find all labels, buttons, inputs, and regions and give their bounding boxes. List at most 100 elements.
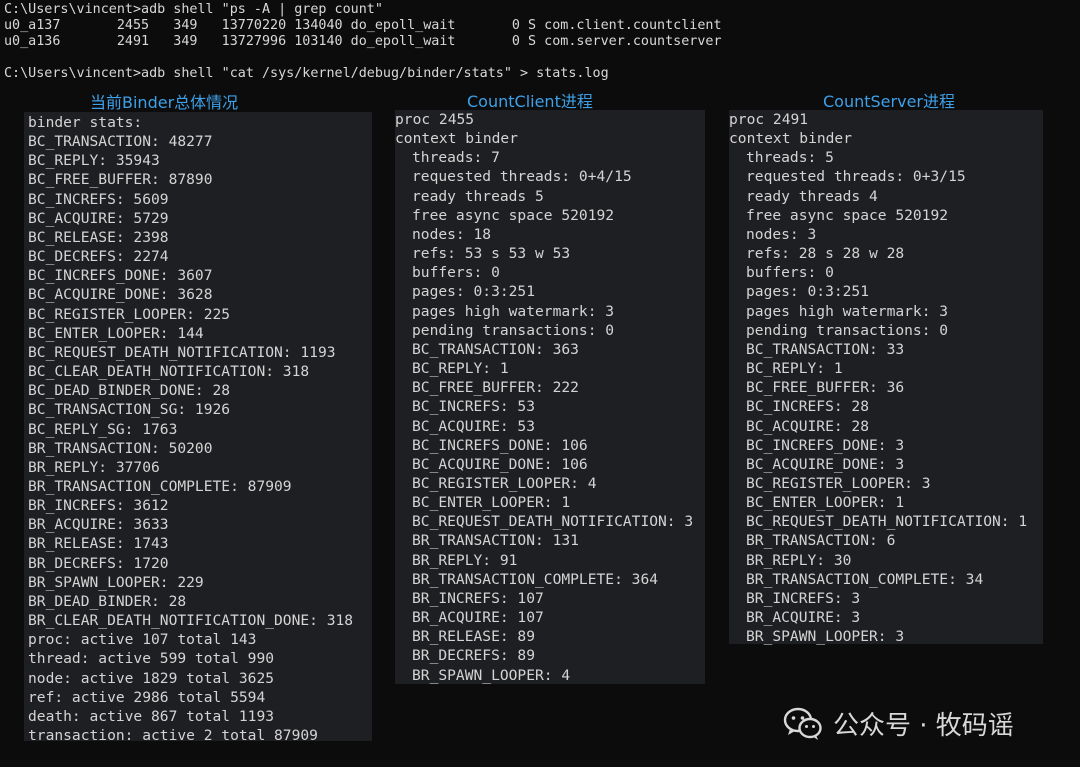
stat-line: BC_REQUEST_DEATH_NOTIFICATION: 1 (746, 513, 1028, 531)
stat-line: proc: active 107 total 143 (28, 631, 257, 649)
stat-line: BC_ACQUIRE: 28 (746, 417, 870, 435)
stat-line: nodes: 3 (746, 225, 817, 243)
stat-line: BC_TRANSACTION_SG: 1926 (28, 401, 231, 419)
stat-line: BR_TRANSACTION: 131 (412, 532, 579, 550)
stat-line: BC_ACQUIRE: 53 (412, 417, 536, 435)
terminal-line: u0_a137 2455 349 13770220 134040 do_epol… (4, 18, 722, 33)
stat-line: BC_ACQUIRE_DONE: 3 (746, 455, 905, 473)
stat-line: BC_TRANSACTION: 363 (412, 340, 579, 358)
stat-line: BC_INCREFS: 5609 (28, 190, 169, 208)
stat-line: pending transactions: 0 (746, 321, 949, 339)
context-line: context binder (395, 130, 519, 148)
heading-overall: 当前Binder总体情况 (90, 93, 239, 112)
stat-line: BR_CLEAR_DEATH_NOTIFICATION_DONE: 318 (28, 612, 354, 630)
stat-line: BR_TRANSACTION_COMPLETE: 364 (412, 570, 659, 588)
stat-line: BR_INCREFS: 3 (746, 589, 861, 607)
stat-line: BR_REPLY: 37706 (28, 458, 160, 476)
stat-line: BC_RELEASE: 2398 (28, 228, 169, 246)
stat-line: BR_RELEASE: 89 (412, 628, 536, 646)
stat-line: BC_FREE_BUFFER: 222 (412, 379, 579, 397)
stat-line: buffers: 0 (412, 264, 500, 282)
proc-line: proc 2455 (395, 111, 475, 128)
stat-line: BC_ENTER_LOOPER: 144 (28, 324, 204, 342)
stat-line: BC_REQUEST_DEATH_NOTIFICATION: 1193 (28, 343, 336, 361)
stat-line: BC_ACQUIRE_DONE: 106 (412, 455, 588, 473)
stat-line: BC_REGISTER_LOOPER: 225 (28, 305, 231, 323)
stat-line: requested threads: 0+4/15 (412, 168, 632, 186)
proc-line: proc 2491 (729, 111, 809, 128)
stat-line: BR_SPAWN_LOOPER: 4 (412, 666, 571, 684)
stat-line: refs: 53 s 53 w 53 (412, 245, 571, 263)
stat-line: pages high watermark: 3 (746, 302, 949, 320)
wechat-icon (783, 707, 822, 740)
stat-line: BC_TRANSACTION: 33 (746, 340, 905, 358)
terminal-line: C:\Users\vincent>adb shell "cat /sys/ker… (4, 66, 609, 81)
watermark: 公众号 · 牧码谣 (783, 705, 1014, 742)
stat-line: nodes: 18 (412, 225, 492, 243)
stat-line: BC_INCREFS_DONE: 106 (412, 436, 588, 454)
stat-line: BC_ACQUIRE_DONE: 3628 (28, 286, 213, 304)
stat-line: BR_DECREFS: 1720 (28, 554, 169, 572)
stat-line: BC_ENTER_LOOPER: 1 (412, 494, 571, 512)
stat-line: requested threads: 0+3/15 (746, 168, 966, 186)
stat-line: transaction: active 2 total 87909 (28, 727, 318, 744)
stat-line: BR_REPLY: 91 (412, 551, 518, 569)
stat-line: free async space 520192 (746, 206, 949, 224)
stat-line: BR_TRANSACTION_COMPLETE: 34 (746, 570, 984, 588)
stat-line: buffers: 0 (746, 264, 834, 282)
heading-client: CountClient进程 (467, 92, 593, 111)
stat-line: BC_REPLY_SG: 1763 (28, 420, 178, 438)
stat-line: BR_SPAWN_LOOPER: 3 (746, 628, 905, 646)
panel-server-stats: proc 2491 context binder threads: 5 reque… (729, 110, 1043, 646)
stat-line: BC_ENTER_LOOPER: 1 (746, 494, 905, 512)
stat-line: death: active 867 total 1193 (28, 707, 275, 725)
stat-line: BC_TRANSACTION: 48277 (28, 133, 213, 151)
stat-line: BR_RELEASE: 1743 (28, 535, 169, 553)
stat-line: node: active 1829 total 3625 (28, 669, 275, 687)
stat-line: BC_DEAD_BINDER_DONE: 28 (28, 382, 231, 400)
stat-line: BC_DECREFS: 2274 (28, 248, 169, 266)
panel-overall-stats: binder stats: BC_TRANSACTION: 48277 BC_REP… (24, 112, 372, 744)
stat-line: BC_REQUEST_DEATH_NOTIFICATION: 3 (412, 513, 694, 531)
watermark-text: 公众号 · 牧码谣 (833, 711, 1014, 741)
stat-line: BC_REPLY: 35943 (28, 152, 160, 170)
stat-line: thread: active 599 total 990 (28, 650, 275, 668)
stat-line: free async space 520192 (412, 206, 615, 224)
terminal-line: u0_a136 2491 349 13727996 103140 do_epol… (4, 34, 722, 49)
terminal-line: C:\Users\vincent>adb shell "ps -A | grep… (4, 2, 383, 17)
stat-line: pending transactions: 0 (412, 321, 615, 339)
stat-line: BC_REPLY: 1 (746, 360, 843, 378)
stat-line: binder stats: (28, 114, 143, 131)
stat-line: BR_ACQUIRE: 107 (412, 609, 544, 627)
stat-line: BR_SPAWN_LOOPER: 229 (28, 573, 204, 591)
heading-server: CountServer进程 (823, 92, 955, 111)
stat-line: BC_ACQUIRE: 5729 (28, 209, 169, 227)
stat-line: BR_INCREFS: 107 (412, 589, 544, 607)
stat-line: BC_REGISTER_LOOPER: 3 (746, 474, 931, 492)
stat-line: BC_INCREFS_DONE: 3 (746, 436, 905, 454)
stat-line: ready threads 4 (746, 187, 878, 205)
stat-line: threads: 5 (746, 149, 834, 167)
stat-line: ready threads 5 (412, 187, 544, 205)
stat-line: BR_REPLY: 30 (746, 551, 852, 569)
stat-line: BC_CLEAR_DEATH_NOTIFICATION: 318 (28, 363, 310, 381)
stat-line: BR_DEAD_BINDER: 28 (28, 592, 187, 610)
stat-line: pages: 0:3:251 (412, 283, 536, 301)
stat-line: BC_INCREFS: 53 (412, 398, 536, 416)
panel-client-stats: proc 2455 context binder threads: 7 reque… (395, 110, 705, 684)
stat-line: BC_FREE_BUFFER: 87890 (28, 171, 213, 189)
stat-line: BR_TRANSACTION_COMPLETE: 87909 (28, 477, 292, 495)
stat-line: BR_INCREFS: 3612 (28, 497, 169, 515)
stat-line: pages: 0:3:251 (746, 283, 870, 301)
stat-line: BC_INCREFS_DONE: 3607 (28, 267, 213, 285)
stat-line: ref: active 2986 total 5594 (28, 688, 266, 706)
stat-line: BC_REPLY: 1 (412, 360, 509, 378)
stat-line: BC_FREE_BUFFER: 36 (746, 379, 905, 397)
stat-line: BR_TRANSACTION: 6 (746, 532, 896, 550)
stat-line: BC_REGISTER_LOOPER: 4 (412, 474, 597, 492)
stat-line: BR_ACQUIRE: 3 (746, 609, 861, 627)
stat-line: BR_TRANSACTION: 50200 (28, 439, 213, 457)
stat-line: BC_INCREFS: 28 (746, 398, 870, 416)
stat-line: BR_ACQUIRE: 3633 (28, 516, 169, 534)
stat-line: refs: 28 s 28 w 28 (746, 245, 905, 263)
